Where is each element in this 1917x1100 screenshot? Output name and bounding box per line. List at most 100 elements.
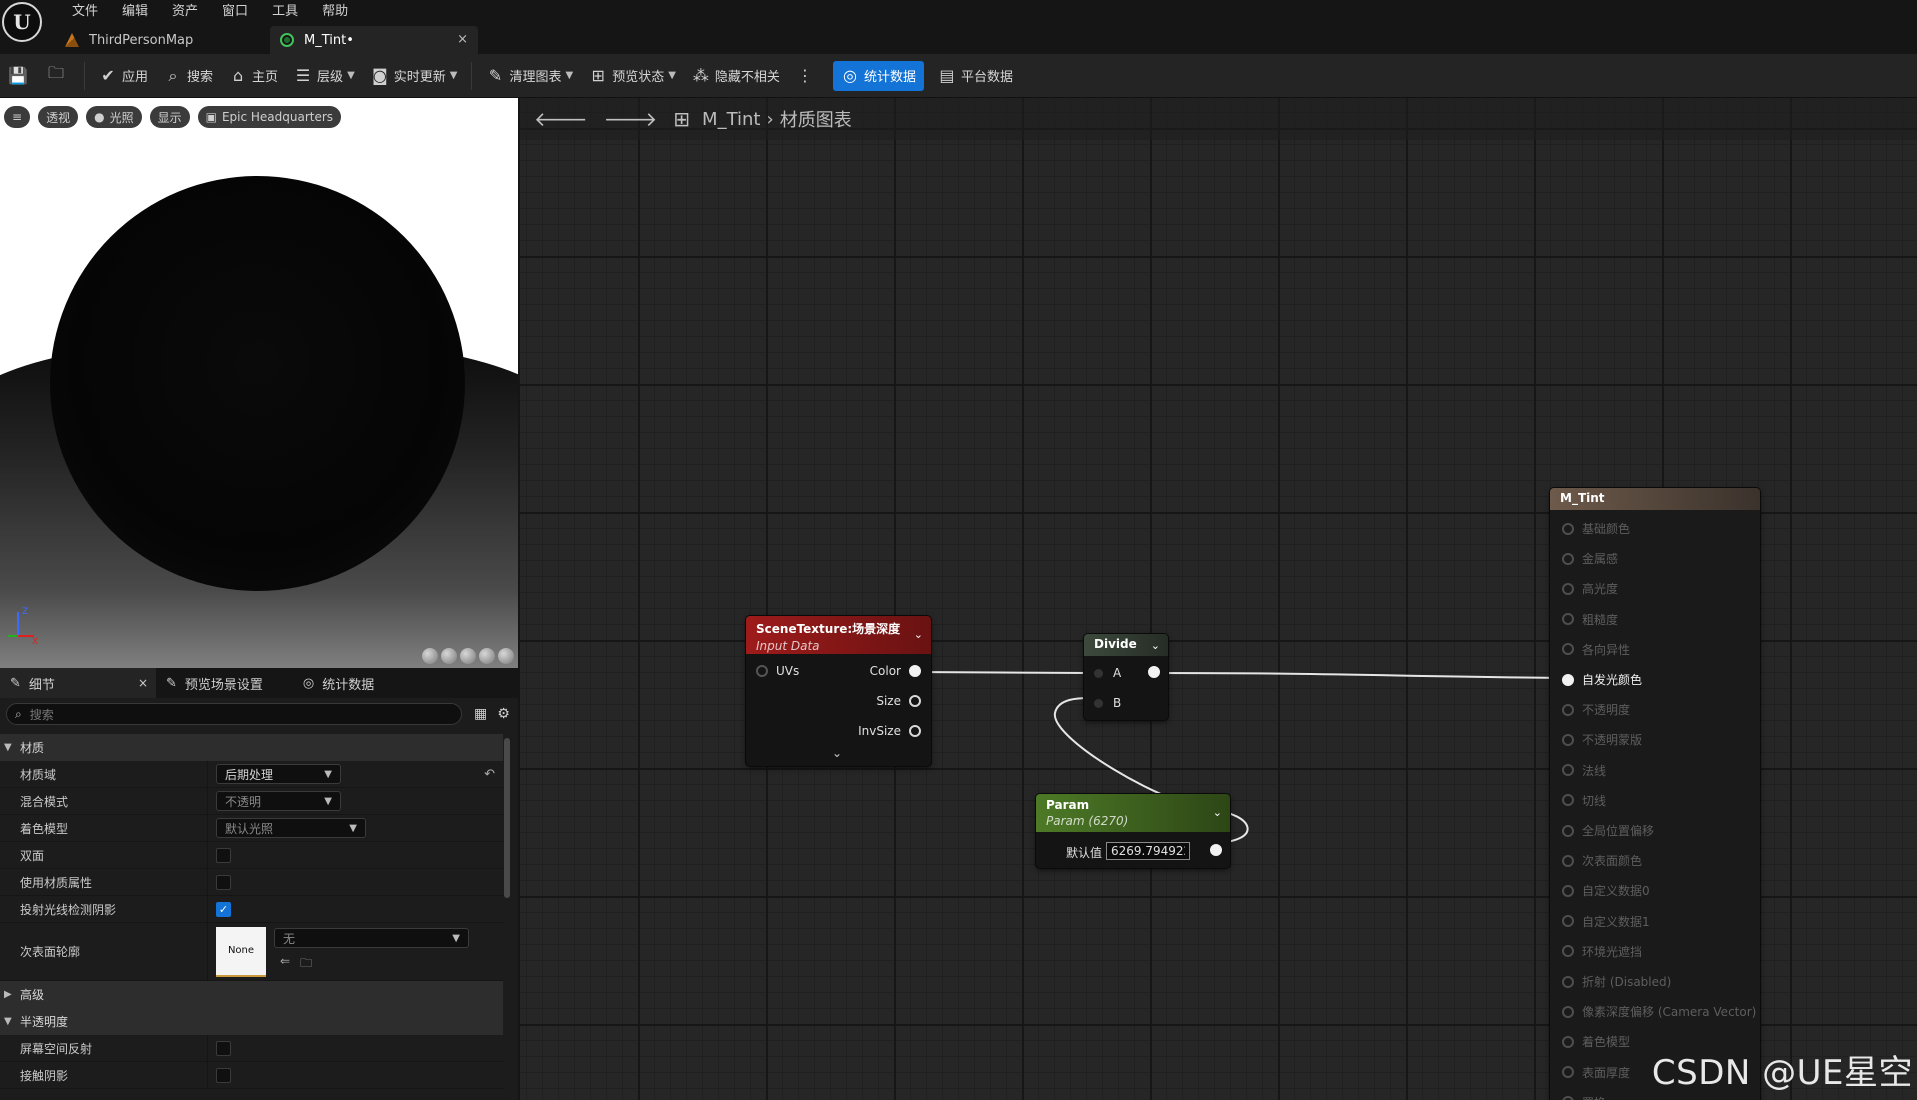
preview-state-button[interactable]: ⊞ 预览状态 ▼ xyxy=(581,61,684,91)
unreal-logo-icon[interactable]: U xyxy=(2,2,42,42)
result-input-pin[interactable]: 环境光遮挡 xyxy=(1562,943,1642,960)
tab-stats[interactable]: ◎ 统计数据 xyxy=(293,668,384,698)
gear-icon[interactable]: ⚙ xyxy=(497,706,510,722)
shading-model-dropdown[interactable]: 默认光照 ▼ xyxy=(216,818,366,838)
stats-button[interactable]: ◎ 统计数据 xyxy=(832,60,924,91)
output-pin-invsize[interactable]: InvSize xyxy=(858,724,921,738)
platform-stats-button[interactable]: ▤ 平台数据 xyxy=(930,61,1021,91)
browse-folder-icon[interactable]: 🗀 xyxy=(300,954,312,975)
input-pin-uvs[interactable]: UVs xyxy=(756,664,799,678)
material-graph-canvas[interactable]: 🡐 🡒 ⊞ M_Tint › 材质图表 SceneTexture:场景深度 In… xyxy=(520,98,1917,1100)
use-selected-icon[interactable]: ⇐ xyxy=(280,954,290,975)
cast-ray-traced-shadows-checkbox[interactable]: ✓ xyxy=(216,901,231,917)
output-pin-color[interactable]: Color xyxy=(870,664,921,678)
sphere-preview-icon[interactable] xyxy=(441,648,457,664)
result-input-pin[interactable]: 切线 xyxy=(1562,792,1606,809)
result-input-pin[interactable]: 次表面颜色 xyxy=(1562,852,1642,869)
result-input-pin[interactable]: 表面厚度 xyxy=(1562,1064,1630,1081)
result-input-pin[interactable]: 置换 xyxy=(1562,1094,1606,1100)
result-input-pin[interactable]: 粗糙度 xyxy=(1562,611,1618,628)
teapot-preview-icon[interactable] xyxy=(498,648,514,664)
search-button[interactable]: ⌕ 搜索 xyxy=(156,61,221,91)
material-result-node[interactable]: M_Tint 基础颜色 金属感 高光度 粗糙度 各向异性 自发光颜色 不透明度 不透明蒙版 法线… xyxy=(1550,488,1760,1100)
forward-arrow-icon[interactable]: 🡒 xyxy=(604,107,658,131)
menu-tools[interactable]: 工具 xyxy=(260,2,310,22)
tab-m-tint[interactable]: M_Tint• × xyxy=(270,26,478,54)
browse-button[interactable]: 🗀 xyxy=(39,61,78,91)
menu-window[interactable]: 窗口 xyxy=(210,2,260,22)
material-preview-viewport[interactable]: ≡ 透视 ● 光照 显示 ▣ Epic Headquarters Z X xyxy=(0,98,518,668)
hierarchy-button[interactable]: ☰ 层级 ▼ xyxy=(286,61,363,91)
menu-help[interactable]: 帮助 xyxy=(310,2,360,22)
menu-file[interactable]: 文件 xyxy=(60,2,110,22)
tab-details[interactable]: ✎ 细节 × xyxy=(0,668,156,698)
default-value-input[interactable] xyxy=(1106,842,1190,860)
result-input-pin[interactable]: 各向异性 xyxy=(1562,641,1630,658)
scene-preset-button[interactable]: ▣ Epic Headquarters xyxy=(197,106,342,128)
use-material-attributes-checkbox[interactable] xyxy=(216,874,231,890)
material-domain-dropdown[interactable]: 后期处理 ▼ xyxy=(216,764,341,784)
ssr-checkbox[interactable] xyxy=(216,1040,231,1056)
chevron-down-icon[interactable]: ⌄ xyxy=(1151,639,1160,652)
output-pin-value[interactable] xyxy=(1210,844,1222,856)
details-scrollbar[interactable] xyxy=(504,738,510,898)
reset-to-default-icon[interactable]: ↶ xyxy=(484,767,495,782)
category-advanced[interactable]: ▶ 高级 xyxy=(0,981,503,1008)
asset-thumbnail[interactable]: None xyxy=(216,926,266,977)
lit-button[interactable]: ● 光照 xyxy=(86,106,142,128)
result-input-pin[interactable]: 自定义数据0 xyxy=(1562,882,1650,899)
viewport-menu-button[interactable]: ≡ xyxy=(4,106,31,128)
home-button[interactable]: ⌂ 主页 xyxy=(221,61,286,91)
result-input-pin[interactable]: 着色模型 xyxy=(1562,1033,1630,1050)
result-input-pin[interactable]: 全局位置偏移 xyxy=(1562,822,1654,839)
category-material[interactable]: ▼ 材质 xyxy=(0,734,503,761)
table-view-icon[interactable]: ▦ xyxy=(474,706,487,722)
result-input-pin[interactable]: 自发光颜色 xyxy=(1562,671,1642,688)
show-button[interactable]: 显示 xyxy=(149,106,190,128)
breadcrumb-asset[interactable]: M_Tint xyxy=(702,109,760,130)
result-input-pin[interactable]: 基础颜色 xyxy=(1562,520,1630,537)
scalar-parameter-node[interactable]: Param Param (6270) ⌄ 默认值 xyxy=(1036,794,1230,868)
result-input-pin[interactable]: 金属感 xyxy=(1562,550,1618,567)
perspective-button[interactable]: 透视 xyxy=(38,106,79,128)
result-input-pin[interactable]: 像素深度偏移 (Camera Vector) xyxy=(1562,1003,1756,1020)
input-pin-b[interactable]: B xyxy=(1094,696,1121,710)
apply-button[interactable]: ✔ 应用 xyxy=(91,61,156,91)
input-pin-a[interactable]: A xyxy=(1094,666,1121,680)
details-search-input[interactable]: ⌕ 搜索 xyxy=(6,703,462,725)
menu-asset[interactable]: 资产 xyxy=(160,2,210,22)
chevron-down-icon[interactable]: ⌄ xyxy=(914,628,923,641)
result-input-pin[interactable]: 法线 xyxy=(1562,762,1606,779)
expand-node-icon[interactable]: ⌄ xyxy=(832,746,842,760)
two-sided-checkbox[interactable] xyxy=(216,847,231,863)
hide-unrelated-button[interactable]: ⁂ 隐藏不相关 xyxy=(684,61,788,91)
divide-node[interactable]: Divide ⌄ A B xyxy=(1084,634,1168,720)
blend-mode-dropdown[interactable]: 不透明 ▼ xyxy=(216,791,341,811)
tab-third-person-map[interactable]: ThirdPersonMap xyxy=(55,26,270,54)
result-input-pin[interactable]: 折射 (Disabled) xyxy=(1562,973,1671,990)
result-input-pin[interactable]: 不透明蒙版 xyxy=(1562,731,1642,748)
close-tab-icon[interactable]: × xyxy=(457,32,468,47)
scene-texture-node[interactable]: SceneTexture:场景深度 Input Data ⌄ UVs Color… xyxy=(746,616,931,766)
output-pin-result[interactable] xyxy=(1148,666,1160,678)
cube-preview-icon[interactable] xyxy=(479,648,495,664)
cylinder-preview-icon[interactable] xyxy=(422,648,438,664)
category-translucency[interactable]: ▼ 半透明度 xyxy=(0,1008,503,1035)
breadcrumb-graph[interactable]: 材质图表 xyxy=(780,106,852,132)
chevron-down-icon[interactable]: ⌄ xyxy=(1213,806,1222,819)
menu-edit[interactable]: 编辑 xyxy=(110,2,160,22)
close-icon[interactable]: × xyxy=(138,676,148,690)
live-update-button[interactable]: ◙ 实时更新 ▼ xyxy=(363,61,466,91)
result-input-pin[interactable]: 不透明度 xyxy=(1562,701,1630,718)
more-options-button[interactable]: ⋮ xyxy=(788,61,827,91)
result-input-pin[interactable]: 高光度 xyxy=(1562,580,1618,597)
output-pin-size[interactable]: Size xyxy=(876,694,921,708)
tab-preview-scene-settings[interactable]: ✎ 预览场景设置 xyxy=(156,668,273,698)
save-button[interactable]: 💾 xyxy=(0,61,39,91)
plane-preview-icon[interactable] xyxy=(460,648,476,664)
subsurface-profile-dropdown[interactable]: 无 ▼ xyxy=(274,928,469,948)
clean-graph-button[interactable]: ✎ 清理图表 ▼ xyxy=(478,61,581,91)
contact-shadows-checkbox[interactable] xyxy=(216,1067,231,1083)
result-input-pin[interactable]: 自定义数据1 xyxy=(1562,913,1650,930)
back-arrow-icon[interactable]: 🡐 xyxy=(534,107,588,131)
